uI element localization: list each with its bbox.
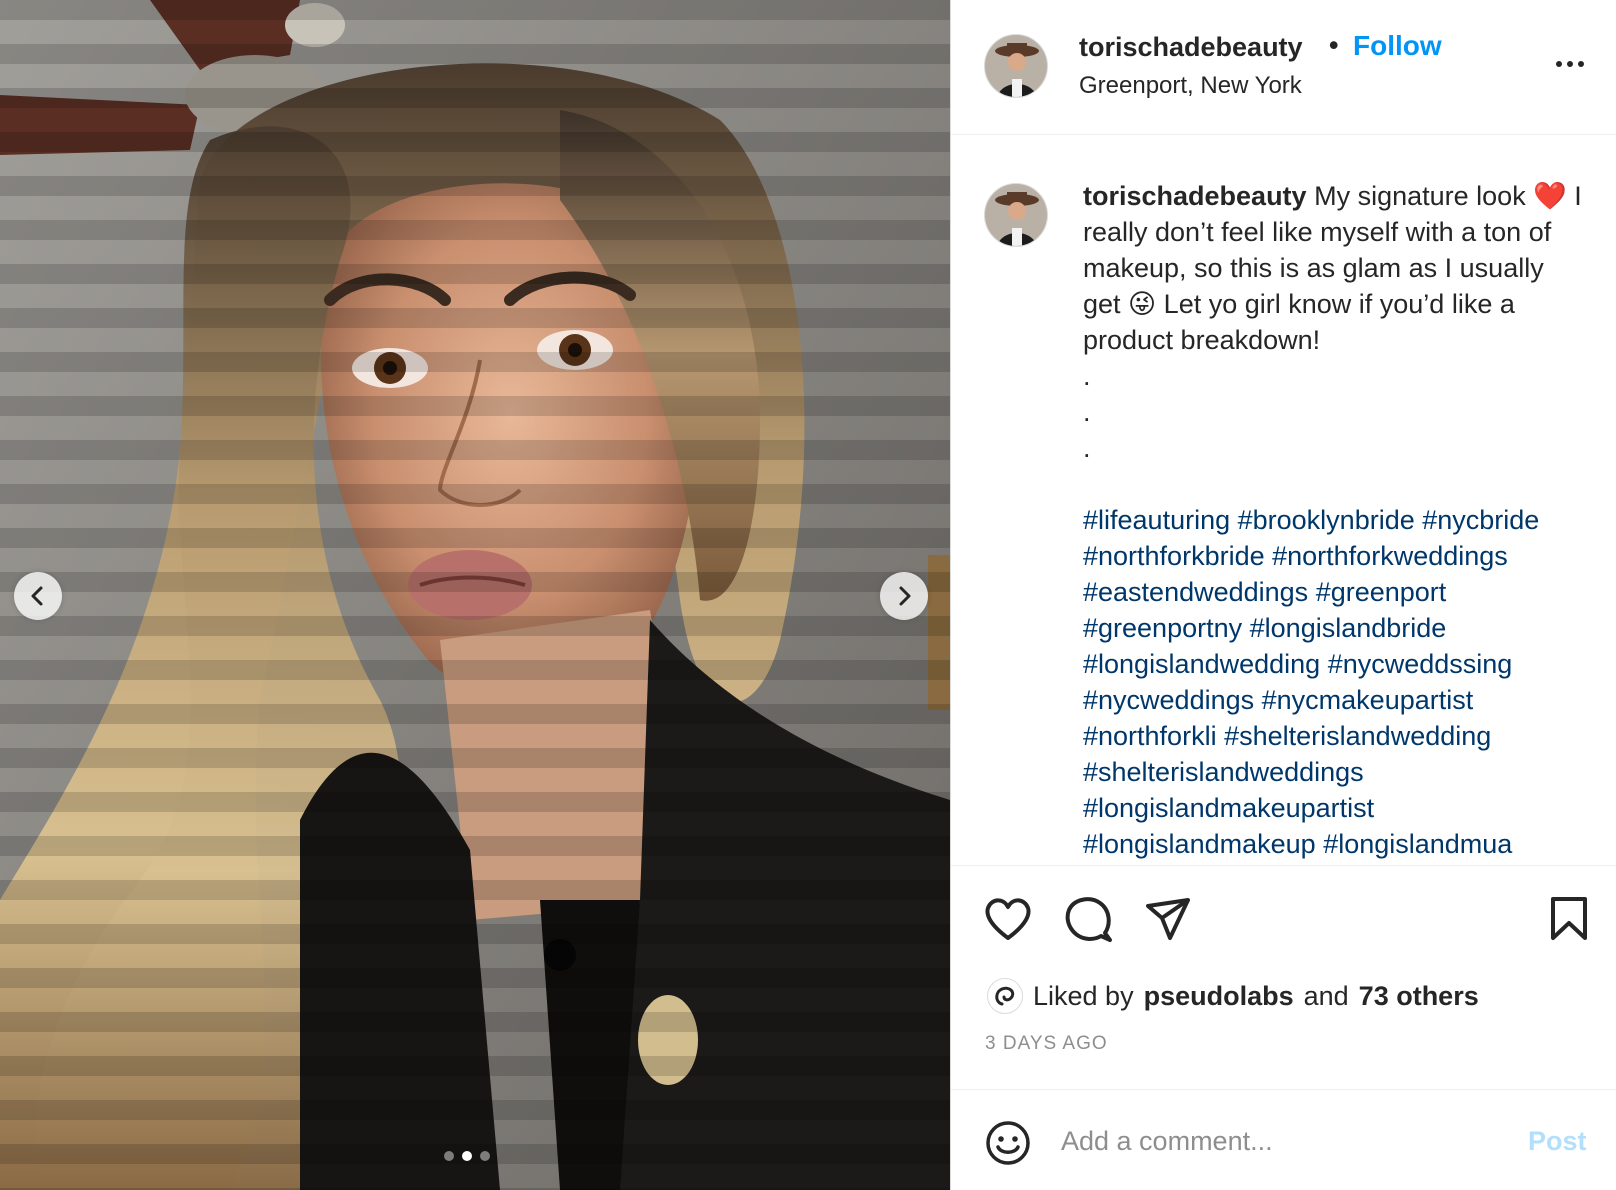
caption-dot: . <box>1083 433 1091 463</box>
comment-form: Post <box>951 1089 1616 1190</box>
hashtag-link[interactable]: #nycweddings <box>1083 685 1254 715</box>
caption-dot: . <box>1083 361 1091 391</box>
share-button[interactable] <box>1144 896 1192 949</box>
hashtag-link[interactable]: #northforkli <box>1083 721 1217 751</box>
more-dot <box>1578 61 1584 67</box>
author-username[interactable]: torischadebeauty <box>1079 32 1303 63</box>
post-comment-button[interactable]: Post <box>1528 1126 1587 1157</box>
likes-others-link[interactable]: 73 others <box>1359 981 1479 1012</box>
liker-username[interactable]: pseudolabs <box>1144 981 1294 1012</box>
follow-button[interactable]: Follow <box>1353 30 1442 62</box>
post-caption: torischadebeauty My signature look ❤️ I … <box>1083 178 1583 862</box>
chevron-left-icon <box>31 586 43 606</box>
caption-author-avatar[interactable] <box>984 183 1048 247</box>
hashtag-link[interactable]: #lifeauturing <box>1083 505 1230 535</box>
carousel-next-button[interactable] <box>880 572 928 620</box>
emoji-icon <box>986 1121 1030 1165</box>
hashtag-link[interactable]: #longislandmakeup <box>1083 829 1316 859</box>
hashtag-link[interactable]: #greenportny <box>1083 613 1242 643</box>
author-avatar[interactable] <box>984 34 1048 98</box>
post-media[interactable] <box>0 0 950 1190</box>
post-actions: Liked by pseudolabs and 73 others 3 DAYS… <box>951 865 1616 1089</box>
carousel-dot <box>444 1151 454 1161</box>
comment-icon <box>1065 897 1112 942</box>
hashtag-link[interactable]: #shelterislandwedding <box>1224 721 1491 751</box>
more-dot <box>1567 61 1573 67</box>
hashtag-list: #lifeauturing #brooklynbride #nycbride #… <box>1083 502 1583 862</box>
pseudolabs-logo-icon <box>995 986 1015 1006</box>
more-options-button[interactable] <box>1548 50 1592 78</box>
hashtag-link[interactable]: #greenport <box>1316 577 1447 607</box>
hashtag-link[interactable]: #nycweddssing <box>1328 649 1513 679</box>
hashtag-link[interactable]: #longislandmua <box>1323 829 1512 859</box>
hashtag-link[interactable]: #eastendweddings <box>1083 577 1308 607</box>
comment-button[interactable] <box>1065 896 1113 949</box>
post-timestamp[interactable]: 3 DAYS AGO <box>985 1033 1108 1055</box>
more-horizontal-icon <box>1556 61 1562 67</box>
paper-plane-icon <box>1146 898 1190 940</box>
hashtag-link[interactable]: #brooklynbride <box>1238 505 1415 535</box>
post-details-panel: torischadebeauty • Follow Greenport, New… <box>950 0 1616 1190</box>
carousel-prev-button[interactable] <box>14 572 62 620</box>
chevron-right-icon <box>899 586 911 606</box>
heart-icon <box>985 898 1031 940</box>
avatar-image <box>985 184 1047 246</box>
hashtag-link[interactable]: #longislandwedding <box>1083 649 1320 679</box>
liker-avatar[interactable] <box>987 978 1023 1014</box>
emoji-picker-button[interactable] <box>985 1120 1031 1171</box>
carousel-indicator <box>444 1151 490 1161</box>
hashtag-link[interactable]: #northforkbride <box>1083 541 1265 571</box>
hashtag-link[interactable]: #nycbride <box>1422 505 1539 535</box>
post-header: torischadebeauty • Follow Greenport, New… <box>951 0 1616 135</box>
header-separator: • <box>1329 30 1339 60</box>
hashtag-link[interactable]: #longislandbride <box>1250 613 1447 643</box>
bookmark-icon <box>1551 897 1587 940</box>
likes-prefix: Liked by <box>1033 980 1134 1011</box>
caption-dot: . <box>1083 397 1091 427</box>
carousel-dot-active <box>462 1151 472 1161</box>
comment-input[interactable] <box>1061 1116 1491 1166</box>
carousel-dot <box>480 1151 490 1161</box>
likes-connector: and <box>1303 980 1349 1011</box>
likes-summary: Liked by pseudolabs and 73 others <box>987 978 1479 1014</box>
hashtag-link[interactable]: #nycmakeupartist <box>1262 685 1474 715</box>
save-button[interactable] <box>1549 896 1589 947</box>
hashtag-link[interactable]: #shelterislandweddings <box>1083 757 1364 787</box>
post-photo <box>0 0 950 1190</box>
hashtag-link[interactable]: #longislandmakeupartist <box>1083 793 1374 823</box>
caption-username[interactable]: torischadebeauty <box>1083 181 1307 211</box>
post-location[interactable]: Greenport, New York <box>1079 72 1302 100</box>
avatar-image <box>985 35 1047 97</box>
like-button[interactable] <box>983 896 1033 947</box>
hashtag-link[interactable]: #northforkweddings <box>1272 541 1508 571</box>
caption-area: torischadebeauty My signature look ❤️ I … <box>951 135 1616 865</box>
